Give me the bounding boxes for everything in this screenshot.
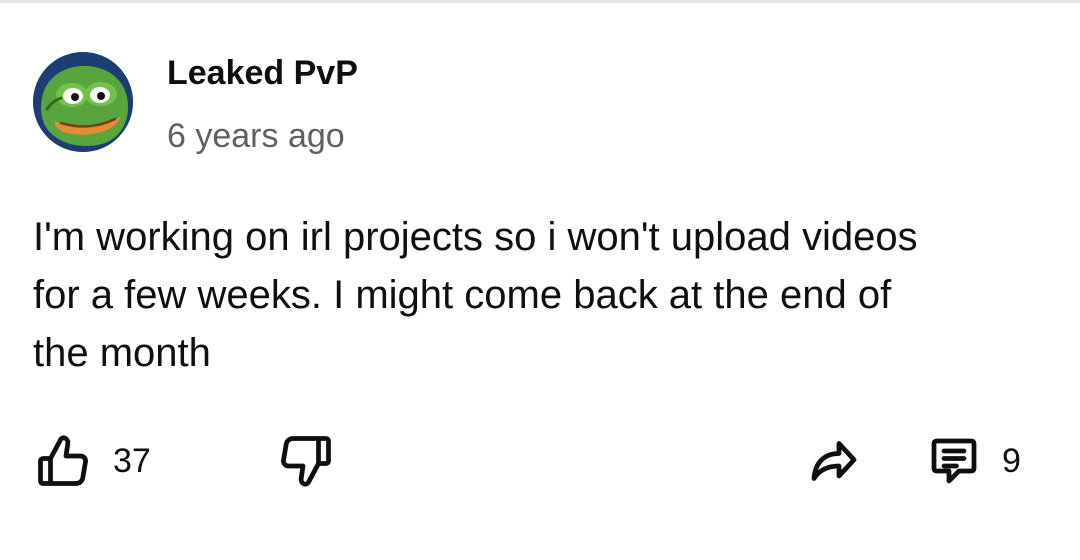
share-button[interactable]: [804, 431, 864, 491]
dislike-button[interactable]: [276, 431, 336, 491]
thumbs-down-icon: [276, 431, 336, 491]
comment-bubble-icon: [924, 431, 984, 491]
reply-count: 9: [1002, 442, 1021, 480]
top-divider: [0, 0, 1080, 3]
author-name[interactable]: Leaked PvP: [167, 52, 358, 94]
avatar[interactable]: [33, 52, 133, 152]
reply-button[interactable]: 9: [924, 431, 1021, 491]
comment-timestamp: 6 years ago: [167, 117, 345, 155]
thumbs-up-icon: [33, 431, 93, 491]
like-button[interactable]: 37: [33, 431, 151, 491]
comment-text: I'm working on irl projects so i won't u…: [33, 215, 918, 375]
like-count: 37: [113, 442, 151, 480]
share-arrow-icon: [804, 431, 864, 491]
